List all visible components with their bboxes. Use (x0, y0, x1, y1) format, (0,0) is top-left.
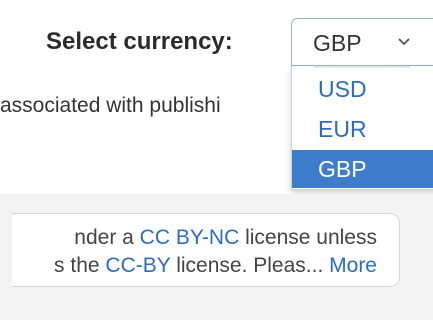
cc-by-link[interactable]: CC-BY (105, 254, 170, 277)
currency-select[interactable]: GBP (291, 18, 433, 66)
currency-option-usd[interactable]: USD (292, 70, 433, 108)
cc-by-nc-link[interactable]: CC BY-NC (140, 226, 240, 249)
more-link[interactable]: More (329, 254, 377, 277)
chevron-down-icon (398, 38, 410, 46)
notice-text: s the (54, 254, 106, 277)
currency-label: Select currency: (46, 28, 233, 55)
description-text: associated with publishi (0, 94, 221, 117)
notice-text: license. Pleas... (170, 254, 324, 277)
license-notice: nder a CC BY-NC license unless s the CC-… (12, 213, 400, 287)
notice-text: license unless (239, 226, 377, 249)
dropdown-divider (314, 66, 410, 68)
license-notice-line-2: s the CC-BY license. Pleas... More (54, 253, 377, 279)
currency-option-gbp[interactable]: GBP (292, 150, 433, 188)
license-notice-line-1: nder a CC BY-NC license unless (74, 225, 377, 251)
currency-selected-value: GBP (313, 30, 362, 56)
currency-option-eur[interactable]: EUR (292, 110, 433, 148)
currency-dropdown-menu: USD EUR GBP (291, 66, 433, 190)
notice-text: nder a (74, 226, 140, 249)
